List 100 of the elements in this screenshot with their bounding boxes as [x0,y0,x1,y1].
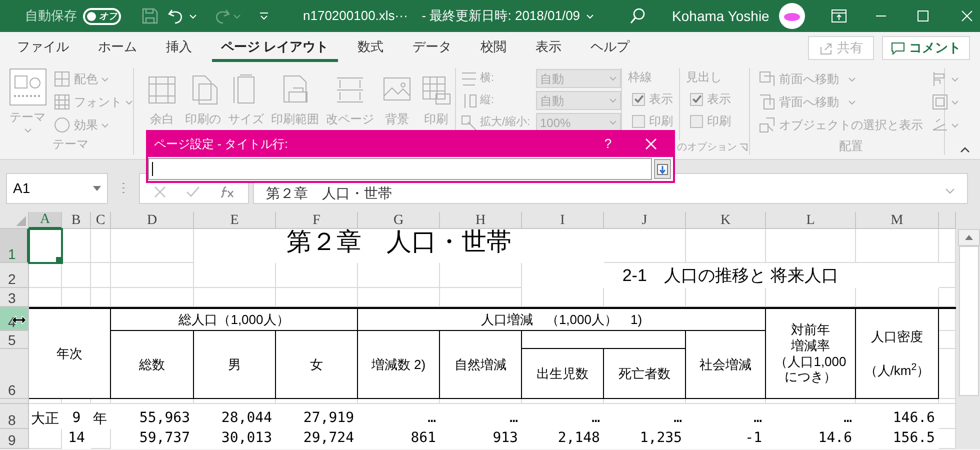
empty-cell[interactable] [766,288,856,307]
empty-cell[interactable] [440,399,522,404]
empty-cell[interactable] [91,399,111,404]
empty-cell[interactable] [276,399,358,404]
name-box[interactable]: A1 [6,172,108,204]
empty-cell[interactable] [276,263,358,288]
cancel-icon[interactable] [154,186,166,198]
header-cell: 総数 [111,331,194,399]
empty-cell[interactable] [604,229,686,263]
caret-icon [848,76,856,82]
column-header[interactable]: L [766,212,856,229]
empty-cell[interactable] [276,288,358,307]
row-header[interactable]: 6 [0,349,29,399]
empty-cell[interactable] [686,288,766,307]
table-cell-text: 29,724 [302,429,355,448]
column-header[interactable]: F [276,212,358,229]
maximize-icon[interactable] [917,10,930,22]
empty-cell[interactable] [604,288,686,307]
empty-cell[interactable] [358,263,440,288]
empty-cell[interactable] [62,399,91,404]
empty-cell[interactable] [856,399,939,404]
ribbon-tab[interactable]: 数式 [348,34,393,62]
row-header[interactable] [0,399,29,404]
enter-icon[interactable] [186,186,200,198]
expand-icon[interactable] [945,188,955,194]
caret-icon [233,14,241,18]
column-header[interactable]: H [440,212,522,229]
column-header[interactable]: C [91,212,111,229]
empty-cell[interactable] [111,229,194,263]
column-header[interactable]: A [29,212,62,229]
scrollbar-thumb[interactable] [959,246,979,396]
table-cell-text: 59,737 [138,429,191,448]
empty-cell[interactable] [62,263,91,288]
column-header[interactable]: K [686,212,766,229]
scroll-up-button[interactable] [958,229,980,246]
empty-cell[interactable] [522,288,604,307]
ribbon-tab[interactable]: 挿入 [157,34,201,62]
empty-cell[interactable] [194,399,276,404]
last-modified[interactable]: - 最終更新日時: 2018/01/09 [422,6,580,26]
empty-cell[interactable] [358,288,440,307]
arrange-icon [758,93,776,111]
column-header[interactable]: G [358,212,440,229]
empty-cell[interactable] [62,288,91,307]
column-header[interactable]: B [62,212,91,229]
autosave-toggle[interactable]: オフ [83,8,121,24]
empty-cell[interactable] [440,263,522,288]
empty-cell[interactable] [91,429,111,449]
user-name[interactable]: Kohama Yoshie [672,6,770,26]
row-header[interactable]: 1 [0,229,29,263]
close-icon[interactable] [961,10,974,22]
empty-cell[interactable] [856,288,939,307]
customize-menu-icon[interactable] [259,12,269,20]
empty-cell[interactable] [194,263,276,288]
column-header[interactable]: I [522,212,604,229]
row-header[interactable]: 2 [0,263,29,288]
search-icon[interactable] [630,7,646,25]
ribbon-display-icon[interactable] [831,9,848,23]
empty-cell[interactable] [766,229,856,263]
empty-cell[interactable] [91,288,111,307]
empty-cell[interactable] [111,399,194,404]
column-header[interactable]: E [194,212,276,229]
ribbon-tab[interactable]: ファイル [8,34,78,62]
row-header[interactable]: 8 [0,404,29,429]
row-header[interactable]: 9 [0,429,29,449]
select-all-icon[interactable] [16,216,26,226]
column-header[interactable] [939,212,956,229]
empty-cell[interactable] [856,229,939,263]
row-header[interactable]: 5 [0,331,29,349]
insert-function-icon[interactable] [220,186,234,198]
ribbon-tab[interactable]: ホーム [89,34,146,62]
help-button[interactable]: ? [593,130,623,157]
ribbon-tab[interactable]: データ [404,34,461,62]
empty-cell[interactable] [91,263,111,288]
row-header[interactable]: 3 [0,288,29,307]
save-icon[interactable] [141,7,159,25]
header-cell: 男 [194,331,276,399]
empty-cell[interactable] [358,399,440,404]
empty-cell[interactable] [766,399,856,404]
empty-cell[interactable] [111,263,194,288]
column-header[interactable]: J [604,212,686,229]
collapse-dialog-button[interactable] [654,159,671,179]
empty-cell[interactable] [604,399,686,404]
range-input-field[interactable] [148,158,652,180]
active-cell-frame[interactable] [28,228,63,264]
ribbon-tab[interactable]: 表示 [526,34,571,62]
empty-cell[interactable] [686,229,766,263]
column-header[interactable]: D [111,212,194,229]
comment-button[interactable]: コメント [882,36,970,60]
empty-cell[interactable] [686,399,766,404]
ribbon-tab[interactable]: 校閲 [472,34,516,62]
empty-cell[interactable] [111,288,194,307]
table-cell-text: 14 [67,429,86,448]
empty-cell[interactable] [194,288,276,307]
empty-cell[interactable] [522,399,604,404]
empty-cell[interactable] [440,288,522,307]
dropdown-arrow-icon[interactable] [93,186,101,190]
avatar[interactable] [779,3,806,29]
column-header[interactable]: M [856,212,939,229]
close-icon[interactable] [645,138,657,150]
ribbon-tab[interactable]: ヘルプ [582,34,639,62]
